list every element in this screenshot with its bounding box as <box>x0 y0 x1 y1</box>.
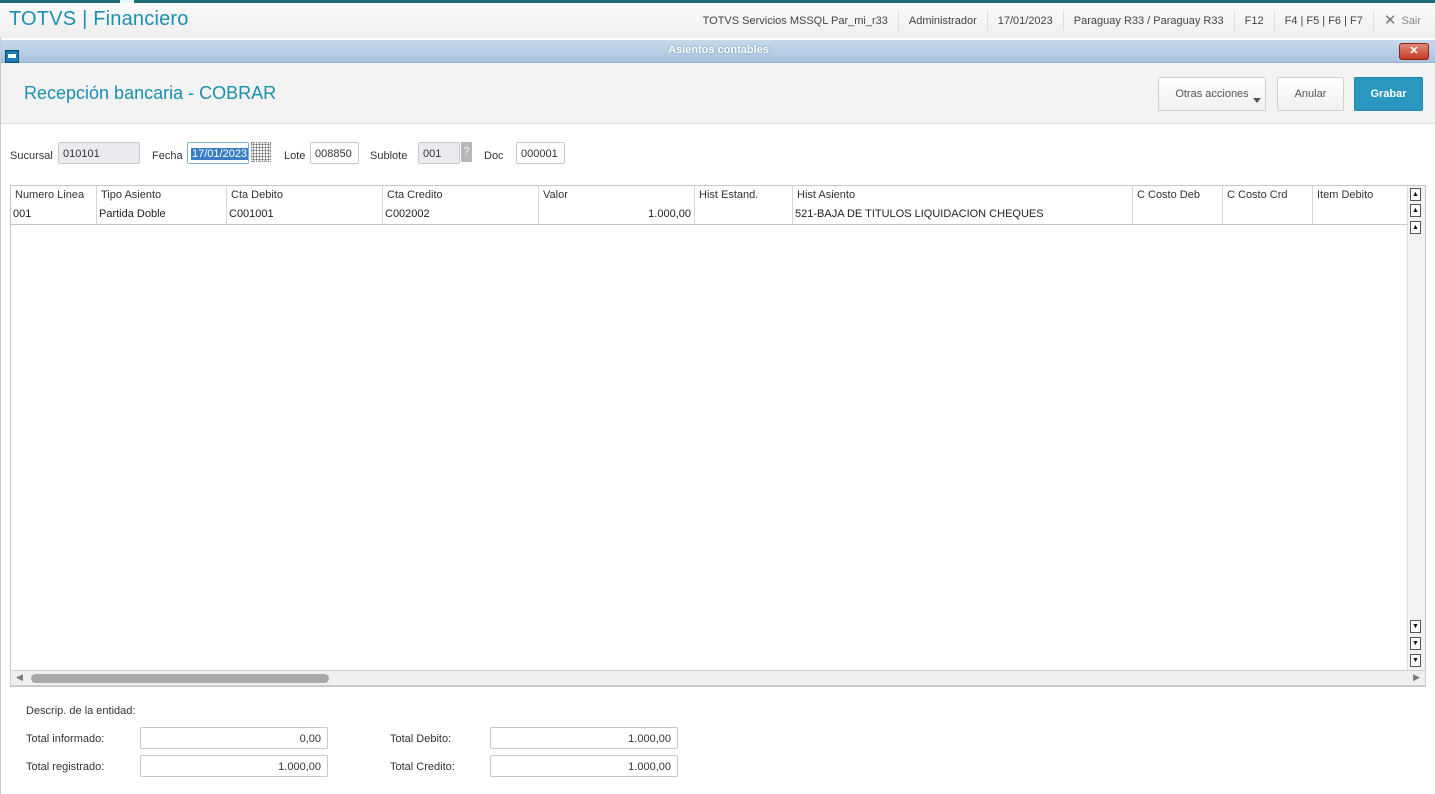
scroll-down-icon[interactable]: ▼ <box>1410 620 1421 633</box>
dialog-window: Asientos contables ✕ Recepción bancaria … <box>0 38 1435 794</box>
total-credito-label: Total Credito: <box>390 761 455 773</box>
window-close-button[interactable]: ✕ <box>1399 43 1429 60</box>
user-label[interactable]: Administrador <box>897 10 987 31</box>
exit-button[interactable]: ✕ Sair <box>1372 10 1435 31</box>
window-titlebar: Asientos contables ✕ <box>1 40 1435 63</box>
sublote-label: Sublote <box>370 150 408 162</box>
anular-button[interactable]: Anular <box>1277 77 1344 111</box>
lote-field[interactable]: 008850 <box>310 142 359 164</box>
cell-hist-asiento[interactable]: 521-BAJA DE TITULOS LIQUIDACION CHEQUES <box>793 205 1133 224</box>
cell-c-costo-deb[interactable] <box>1133 205 1223 224</box>
cell-cta-credito[interactable]: C002002 <box>383 205 539 224</box>
table-row[interactable]: 001 Partida Doble C001001 C002002 1.000,… <box>11 205 1408 225</box>
fecha-field[interactable]: 17/01/2023 <box>187 142 249 164</box>
page-down-icon[interactable]: ▼ <box>1410 637 1421 650</box>
date-label[interactable]: 17/01/2023 <box>986 10 1063 31</box>
app-header: TOTVS | Financiero TOTVS Servicios MSSQL… <box>0 3 1435 39</box>
horizontal-scrollbar[interactable]: ◀ ▶ <box>10 670 1426 686</box>
close-icon: ✕ <box>1383 11 1397 29</box>
function-keys-shortcut[interactable]: F4 | F5 | F6 | F7 <box>1273 10 1373 31</box>
lote-label: Lote <box>284 150 306 162</box>
column-header-valor[interactable]: Valor <box>539 186 695 205</box>
fecha-value: 17/01/2023 <box>191 148 249 160</box>
total-registrado-label: Total registrado: <box>26 761 105 773</box>
cell-c-costo-crd[interactable] <box>1223 205 1313 224</box>
column-header-cta-debito[interactable]: Cta Debito <box>227 186 383 205</box>
column-header-item-debito[interactable]: Item Debito <box>1313 186 1408 205</box>
chevron-down-icon <box>1253 98 1261 103</box>
cell-numero-linea[interactable]: 001 <box>11 205 97 224</box>
scroll-top-icon[interactable]: ▲ <box>1410 188 1421 201</box>
total-informado-label: Total informado: <box>26 733 105 745</box>
app-title: TOTVS | Financiero <box>9 8 189 30</box>
scroll-up-icon[interactable]: ▲ <box>1410 221 1421 234</box>
otras-acciones-label: Otras acciones <box>1175 88 1249 100</box>
page-title: Recepción bancaria - COBRAR <box>24 83 277 103</box>
column-header-hist-estand[interactable]: Hist Estand. <box>695 186 793 205</box>
cell-hist-estand[interactable] <box>695 205 793 224</box>
window-title: Asientos contables <box>668 44 769 56</box>
entries-grid: Numero Linea Tipo Asiento Cta Debito Cta… <box>10 185 1426 687</box>
sublote-help-icon[interactable]: ? <box>461 142 472 162</box>
column-header-c-costo-deb[interactable]: C Costo Deb <box>1133 186 1223 205</box>
column-header-cta-credito[interactable]: Cta Credito <box>383 186 539 205</box>
fecha-label: Fecha <box>152 150 183 162</box>
doc-label: Doc <box>484 150 504 162</box>
vertical-scrollbar[interactable]: ▲ ▲ ▲ ▼ ▼ ▼ <box>1407 186 1425 686</box>
grid-header: Numero Linea Tipo Asiento Cta Debito Cta… <box>11 186 1408 205</box>
sucursal-field[interactable]: 010101 <box>58 142 140 164</box>
total-debito-label: Total Debito: <box>390 733 452 745</box>
page-up-icon[interactable]: ▲ <box>1410 204 1421 217</box>
sucursal-label: Sucursal <box>10 150 53 162</box>
total-credito-field[interactable]: 1.000,00 <box>490 755 678 777</box>
exit-label: Sair <box>1401 14 1421 27</box>
column-header-numero-linea[interactable]: Numero Linea <box>11 186 97 205</box>
x-icon: ✕ <box>1409 45 1419 57</box>
total-registrado-field[interactable]: 1.000,00 <box>140 755 328 777</box>
scroll-left-icon[interactable]: ◀ <box>16 672 23 683</box>
calendar-icon[interactable] <box>251 142 271 162</box>
column-header-tipo-asiento[interactable]: Tipo Asiento <box>97 186 227 205</box>
environment-label[interactable]: TOTVS Servicios MSSQL Par_mi_r33 <box>693 11 898 31</box>
column-header-hist-asiento[interactable]: Hist Asiento <box>793 186 1133 205</box>
total-informado-field[interactable]: 0,00 <box>140 727 328 749</box>
filter-bar: Sucursal 010101 Fecha 17/01/2023 Lote 00… <box>1 141 1435 171</box>
column-header-c-costo-crd[interactable]: C Costo Crd <box>1223 186 1313 205</box>
cell-cta-debito[interactable]: C001001 <box>227 205 383 224</box>
grabar-label: Grabar <box>1370 88 1407 100</box>
cell-tipo-asiento[interactable]: Partida Doble <box>97 205 227 224</box>
header-info-bar: TOTVS Servicios MSSQL Par_mi_r33 Adminis… <box>693 3 1435 38</box>
cell-valor[interactable]: 1.000,00 <box>539 205 695 224</box>
total-debito-field[interactable]: 1.000,00 <box>490 727 678 749</box>
otras-acciones-button[interactable]: Otras acciones <box>1158 77 1266 111</box>
horizontal-scroll-thumb[interactable] <box>31 674 329 683</box>
anular-label: Anular <box>1294 88 1327 100</box>
f12-shortcut[interactable]: F12 <box>1233 10 1274 31</box>
cell-item-debito[interactable] <box>1313 205 1408 224</box>
scroll-bottom-icon[interactable]: ▼ <box>1410 654 1421 667</box>
scroll-right-icon[interactable]: ▶ <box>1413 672 1420 683</box>
entity-description-label: Descrip. de la entidad: <box>26 705 136 717</box>
grabar-button[interactable]: Grabar <box>1354 77 1423 111</box>
company-label[interactable]: Paraguay R33 / Paraguay R33 <box>1062 10 1234 31</box>
page-header: Recepción bancaria - COBRAR Otras accion… <box>1 63 1435 124</box>
doc-field[interactable]: 000001 <box>516 142 565 164</box>
sublote-field[interactable]: 001 <box>418 142 460 164</box>
